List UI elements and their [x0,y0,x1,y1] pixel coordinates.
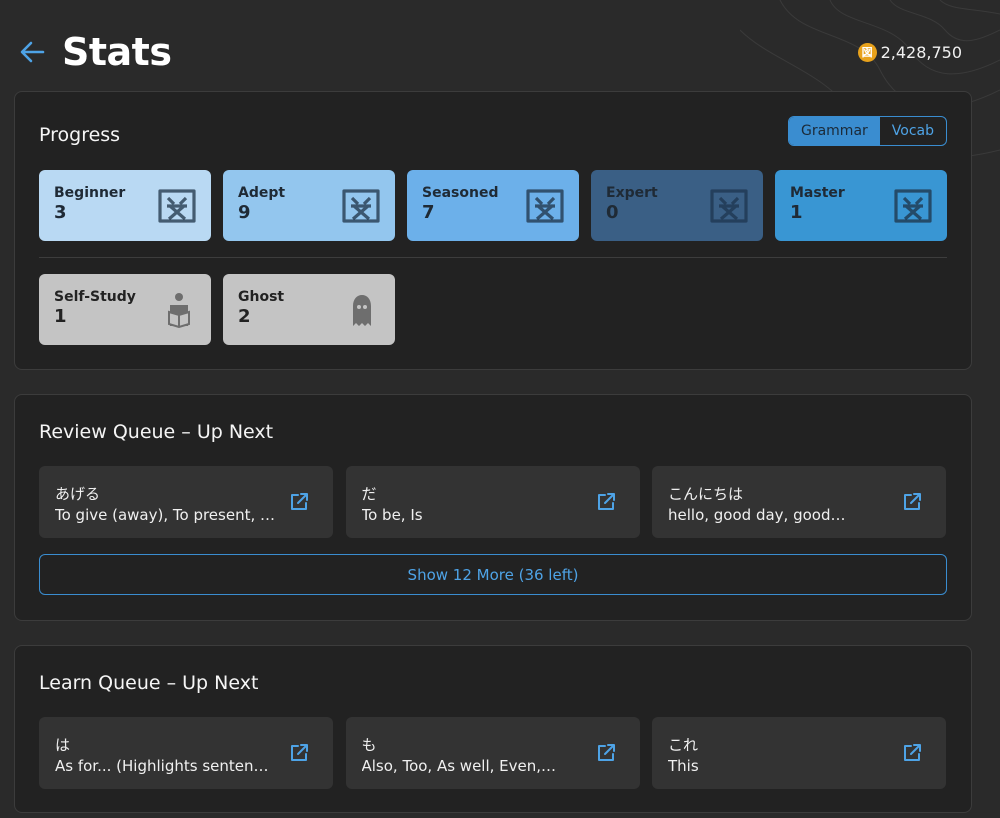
grammar-icon [710,189,748,223]
level-card-beginner[interactable]: Beginner 3 [39,170,211,241]
level-card-expert[interactable]: Expert 0 [591,170,763,241]
level-card-seasoned[interactable]: Seasoned 7 [407,170,579,241]
grammar-icon [342,189,380,223]
progress-title: Progress [39,124,121,146]
learn-queue-item[interactable]: これ This [652,717,946,789]
review-queue-item[interactable]: あげる To give (away), To present, … [39,466,333,538]
level-card-ghost[interactable]: Ghost 2 [223,274,395,345]
page-title: Stats [62,30,172,74]
toggle-vocab[interactable]: Vocab [880,117,946,145]
item-meaning: hello, good day, good… [668,506,846,524]
review-queue-item[interactable]: だ To be, Is [345,466,640,538]
review-queue-title: Review Queue – Up Next [39,421,274,443]
item-meaning: This [668,757,699,775]
toggle-grammar[interactable]: Grammar [788,117,880,145]
reading-person-icon [168,293,190,328]
ghost-icon [353,295,371,326]
grammar-icon [526,189,564,223]
learn-queue-item[interactable]: は As for... (Highlights sentenc… [39,717,333,789]
learn-queue-panel: Learn Queue – Up Next は As for... (Highli… [14,645,972,813]
item-japanese: は [55,736,71,754]
show-more-button[interactable]: Show 12 More (36 left) [39,554,947,595]
progress-panel: Progress Grammar Vocab Beginner 3 Adept 9 Se… [14,91,972,370]
level-card-adept[interactable]: Adept 9 [223,170,395,241]
divider [39,257,947,258]
level-card-master[interactable]: Master 1 [775,170,947,241]
item-japanese: あげる [55,485,101,503]
coin-balance: 図 2,428,750 [857,42,962,62]
external-link-icon[interactable] [902,743,922,763]
item-japanese: こんにちは [668,485,744,503]
arrow-left-icon [20,41,45,63]
item-meaning: To be, Is [361,506,423,524]
page-header: Stats 図 2,428,750 [18,28,962,76]
external-link-icon[interactable] [596,492,616,512]
external-link-icon[interactable] [596,743,616,763]
item-meaning: As for... (Highlights sentenc… [55,757,275,775]
level-card-self-study[interactable]: Self-Study 1 [39,274,211,345]
item-japanese: も [361,736,377,754]
external-link-icon[interactable] [902,492,922,512]
item-japanese: これ [668,736,699,754]
external-link-icon[interactable] [289,492,309,512]
review-queue-panel: Review Queue – Up Next あげる To give (away)… [14,394,972,621]
learn-queue-title: Learn Queue – Up Next [39,672,259,694]
external-link-icon[interactable] [289,743,309,763]
grammar-icon [158,189,196,223]
coin-amount: 2,428,750 [880,42,962,62]
review-queue-item[interactable]: こんにちは hello, good day, good… [652,466,946,538]
grammar-icon [894,189,932,223]
item-japanese: だ [361,485,377,503]
item-meaning: To give (away), To present, … [55,506,275,524]
coin-icon: 図 [857,42,877,62]
back-button[interactable] [18,38,46,66]
item-meaning: Also, Too, As well, Even,… [361,757,557,775]
learn-queue-item[interactable]: も Also, Too, As well, Even,… [345,717,640,789]
grammar-vocab-toggle: Grammar Vocab [787,116,947,146]
